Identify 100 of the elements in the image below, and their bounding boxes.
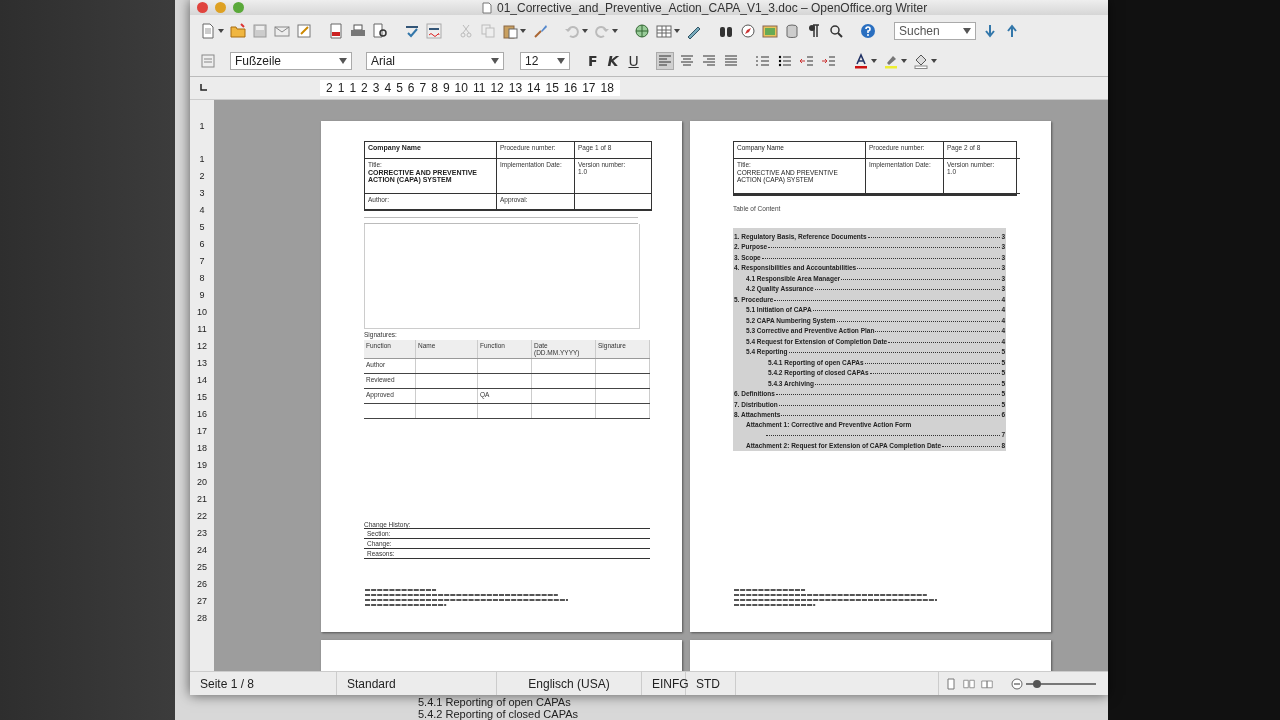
fill-bucket-icon[interactable] [912, 53, 929, 69]
ruler-number: 1 [349, 81, 357, 95]
underline-button[interactable]: U [626, 53, 641, 69]
ruler-number: 8 [199, 272, 205, 285]
paste-icon[interactable] [502, 22, 518, 39]
search-field[interactable]: Suchen [894, 21, 976, 40]
justify-icon[interactable] [722, 53, 739, 69]
background-document-text: 5.4.1 Reporting of open CAPAs [418, 696, 572, 708]
single-page-view-icon[interactable] [945, 677, 957, 690]
bulleted-list-icon[interactable] [776, 53, 793, 69]
italic-button[interactable]: K [605, 53, 621, 69]
dropdown-arrow-icon[interactable] [582, 28, 588, 33]
ruler-number: 9 [442, 81, 450, 95]
numbered-list-icon[interactable] [754, 53, 771, 69]
font-name-field[interactable]: Arial [366, 52, 504, 70]
font-size-field[interactable]: 12 [520, 52, 570, 70]
ruler-number: 6 [199, 238, 205, 251]
pilcrow-icon[interactable] [806, 22, 822, 39]
ruler-number: 13 [197, 357, 207, 370]
ruler-number: 4 [384, 81, 392, 95]
book-view-icon[interactable] [981, 677, 993, 690]
ruler-number: 11 [472, 81, 486, 95]
ruler-number: 8 [431, 81, 438, 95]
dropdown-arrow-icon[interactable] [674, 28, 680, 33]
align-left-icon[interactable] [656, 53, 673, 69]
gallery-icon[interactable] [762, 22, 778, 39]
ruler-number: 28 [197, 612, 207, 625]
decrease-indent-icon[interactable] [798, 53, 815, 69]
dropdown-arrow-icon[interactable] [520, 28, 526, 33]
highlight-icon[interactable] [882, 53, 899, 69]
insert-mode[interactable]: EINFG [642, 672, 686, 695]
slider-thumb[interactable] [1032, 679, 1041, 688]
ruler-number: 16 [197, 408, 207, 421]
zoom-out-icon[interactable] [1011, 677, 1023, 690]
font-color-icon[interactable] [852, 53, 869, 69]
increase-indent-icon[interactable] [820, 53, 837, 69]
compass-icon[interactable] [740, 22, 756, 39]
ruler-number: 9 [199, 289, 205, 302]
printer-icon[interactable] [350, 22, 366, 39]
ruler-number: 18 [197, 442, 207, 455]
page-indicator[interactable]: Seite 1 / 8 [190, 672, 337, 695]
ruler-number: 2 [361, 81, 368, 95]
zoom-slider[interactable] [1026, 682, 1096, 685]
ruler-number: 2 [199, 170, 205, 183]
open-folder-icon[interactable] [230, 22, 246, 39]
dropdown-arrow-icon[interactable] [339, 58, 347, 64]
ruler-number: 17 [582, 81, 596, 95]
dropdown-arrow-icon[interactable] [870, 59, 877, 63]
find-next-icon[interactable] [982, 22, 998, 39]
globe-icon[interactable] [634, 22, 650, 39]
ruler-number: 15 [197, 391, 207, 404]
ruler-number: 22 [197, 510, 207, 523]
tab-stop-icon[interactable] [198, 83, 208, 93]
ruler-number: 16 [563, 81, 578, 95]
dropdown-arrow-icon[interactable] [963, 27, 971, 34]
document-icon [482, 1, 492, 14]
window-title: 01_Corrective_and_Preventive_Action_CAPA_V1_3.doc – OpenOffice.org Writer [497, 0, 928, 15]
paragraph-style-field[interactable]: Fußzeile [230, 52, 352, 70]
dropdown-arrow-icon[interactable] [218, 28, 224, 33]
database-icon[interactable] [784, 22, 800, 39]
print-preview-icon[interactable] [372, 22, 388, 39]
ruler-number: 3 [372, 81, 380, 95]
background-document-text: 5.4.2 Reporting of closed CAPAs [418, 708, 578, 720]
ruler-number: 5 [199, 221, 205, 234]
help-icon[interactable] [860, 22, 876, 39]
horizontal-ruler[interactable]: 2 1 1 2 3 4 5 6 7 8 9 10 11 12 13 14 15 16 17 18 [320, 80, 620, 96]
vertical-ruler[interactable]: 1 1 2 3 4 5 6 7 8 9 10 11 12 13 14 15 16 17 18 19 20 21 22 23 24 25 26 27 28 [190, 100, 214, 671]
zoom-icon[interactable] [828, 22, 844, 39]
align-right-icon[interactable] [700, 53, 717, 69]
page-style[interactable]: Standard [337, 672, 497, 695]
zoom-button[interactable] [233, 2, 244, 13]
bold-button[interactable]: F [586, 53, 600, 69]
dropdown-arrow-icon[interactable] [900, 59, 907, 63]
find-previous-icon[interactable] [1004, 22, 1020, 39]
ruler-number: 14 [527, 81, 541, 95]
ruler-number: 19 [197, 459, 207, 472]
ruler-number: 10 [454, 81, 468, 95]
two-page-view-icon[interactable] [963, 677, 975, 690]
edit-document-icon[interactable] [296, 22, 312, 39]
align-center-icon[interactable] [678, 53, 695, 69]
ruler-number: 1 [199, 120, 205, 133]
close-button[interactable] [197, 2, 208, 13]
dropdown-arrow-icon[interactable] [491, 58, 499, 64]
ruler-number: 4 [199, 204, 205, 217]
autospell-icon[interactable] [426, 22, 442, 39]
dropdown-arrow-icon[interactable] [612, 28, 618, 33]
ruler-number: 20 [197, 476, 207, 489]
ruler-number: 10 [197, 306, 207, 319]
ruler-number: 6 [407, 81, 415, 95]
language-indicator[interactable]: Englisch (USA) [497, 672, 642, 695]
dropdown-arrow-icon[interactable] [930, 59, 937, 63]
dropdown-arrow-icon[interactable] [557, 58, 565, 64]
ruler-number: 13 [508, 81, 523, 95]
ruler-number: 2 [326, 81, 333, 95]
ruler-number: 24 [197, 544, 207, 557]
ruler-number: 21 [197, 493, 207, 506]
ruler-number: 26 [197, 578, 207, 591]
ruler-number: 1 [337, 81, 345, 95]
pdf-export-icon[interactable] [328, 22, 344, 39]
ruler-number: 17 [197, 425, 207, 438]
